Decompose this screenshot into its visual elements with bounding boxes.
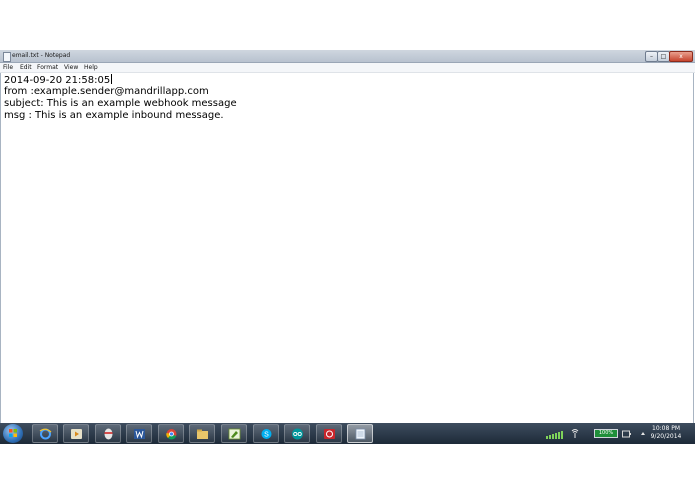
text-caret	[111, 74, 113, 84]
clock-date[interactable]: 9/20/2014	[646, 433, 686, 440]
taskbar-media-player[interactable]	[63, 424, 89, 443]
menu-format[interactable]: Format	[37, 63, 58, 72]
battery-indicator[interactable]: 100%	[594, 429, 618, 438]
text-line: from :example.sender@mandrillapp.com	[4, 86, 209, 97]
text-line-content: 2014-09-20 21:58:05	[4, 75, 111, 86]
system-tray: 100% 10:08 PM 9/20/2014	[538, 423, 695, 444]
taskbar-arduino[interactable]	[284, 424, 310, 443]
taskbar-skype[interactable]: S	[253, 424, 279, 443]
taskbar-media-app[interactable]	[316, 424, 342, 443]
close-button[interactable]: x	[669, 51, 693, 62]
start-button[interactable]	[3, 424, 23, 443]
battery-level: 100%	[598, 430, 614, 436]
menu-view[interactable]: View	[64, 63, 78, 72]
clock-time[interactable]: 10:08 PM	[646, 425, 686, 432]
menu-edit[interactable]: Edit	[20, 63, 32, 72]
windows-logo-icon	[9, 429, 17, 437]
wireless-icon[interactable]	[570, 429, 580, 439]
file-explorer-icon	[197, 429, 208, 439]
media-app-icon	[324, 429, 335, 439]
arduino-icon	[292, 428, 303, 440]
svg-text:S: S	[264, 432, 269, 439]
taskbar-chrome[interactable]	[158, 424, 184, 443]
battery-icon[interactable]	[622, 430, 632, 438]
taskbar-photo-editor[interactable]	[221, 424, 247, 443]
menu-bar: File Edit Format View Help	[0, 63, 695, 73]
text-editor[interactable]: 2014-09-20 21:58:05 from :example.sender…	[0, 73, 694, 423]
word-icon	[134, 429, 145, 439]
menu-help[interactable]: Help	[84, 63, 98, 72]
taskbar-mouse-app[interactable]	[95, 424, 121, 443]
taskbar-word[interactable]	[126, 424, 152, 443]
mouse-app-icon	[104, 428, 113, 440]
taskbar-file-explorer[interactable]	[189, 424, 215, 443]
notepad-icon	[3, 52, 11, 62]
taskbar-internet-explorer[interactable]	[32, 424, 58, 443]
window-title: email.txt - Notepad	[12, 52, 71, 59]
chrome-icon	[166, 429, 177, 440]
media-player-icon	[71, 429, 82, 439]
notepad-window: email.txt - Notepad – □ x File Edit Form…	[0, 50, 695, 423]
taskbar-notepad[interactable]	[347, 424, 373, 443]
text-line: subject: This is an example webhook mess…	[4, 98, 237, 109]
photo-editor-icon	[228, 428, 241, 440]
notepad-icon	[355, 428, 366, 440]
signal-strength-icon[interactable]	[544, 423, 568, 444]
title-bar[interactable]: email.txt - Notepad – □ x	[0, 50, 695, 63]
skype-icon: S	[261, 429, 272, 439]
text-line: msg : This is an example inbound message…	[4, 110, 224, 121]
internet-explorer-icon	[39, 428, 52, 440]
taskbar: S 100% 10:08 PM 9/20/2014	[0, 423, 695, 444]
menu-file[interactable]: File	[3, 63, 13, 72]
